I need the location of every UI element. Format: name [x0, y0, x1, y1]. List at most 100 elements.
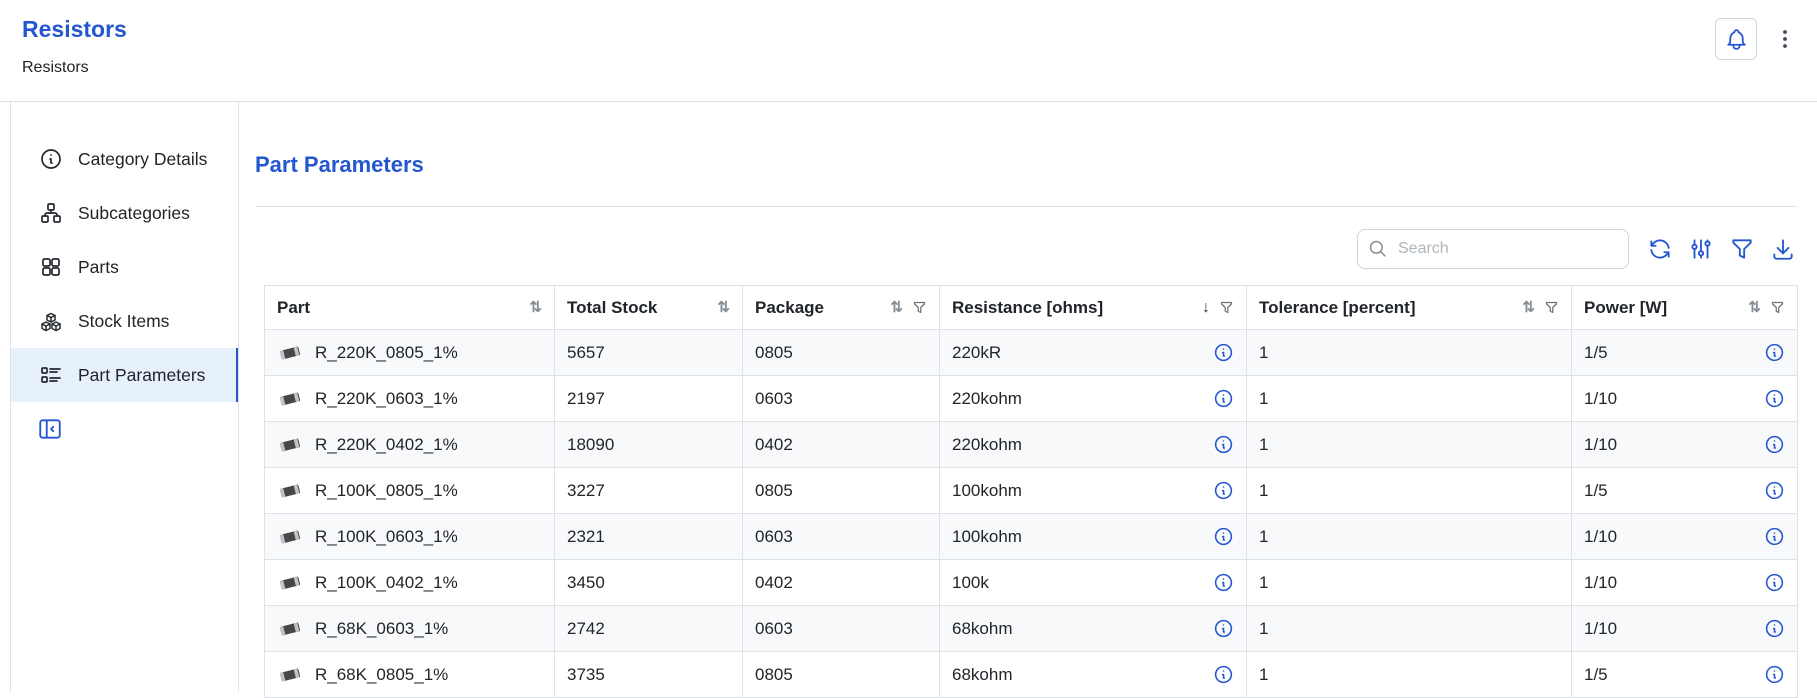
filter-button[interactable]: [1729, 236, 1756, 263]
cell-package: 0402: [743, 422, 940, 468]
refresh-icon: [1647, 236, 1673, 262]
part-thumbnail-image[interactable]: [277, 478, 303, 504]
info-icon[interactable]: [1213, 572, 1234, 593]
sidebar-item-label: Subcategories: [78, 203, 190, 224]
table-row[interactable]: R_100K_0402_1% 3450 0402 100k 1 1/10: [265, 560, 1798, 606]
cell-part: R_220K_0603_1%: [265, 376, 555, 422]
table-row[interactable]: R_220K_0402_1% 18090 0402 220kohm 1 1/10: [265, 422, 1798, 468]
cell-package: 0603: [743, 606, 940, 652]
filter-icon: [1729, 236, 1755, 262]
sort-icon[interactable]: ⇅: [1748, 300, 1761, 315]
cell-part: R_100K_0402_1%: [265, 560, 555, 606]
search-input[interactable]: [1396, 239, 1618, 259]
sort-icon[interactable]: ⇅: [890, 300, 903, 315]
info-icon[interactable]: [1213, 664, 1234, 685]
part-thumbnail-image[interactable]: [277, 340, 303, 366]
download-icon: [1770, 236, 1796, 262]
column-filter-icon[interactable]: [1770, 300, 1785, 315]
search-icon: [1368, 239, 1388, 259]
panel-title: Part Parameters: [255, 152, 1797, 178]
collapse-sidebar-button[interactable]: [37, 416, 63, 442]
sort-icon[interactable]: ⇅: [1522, 300, 1535, 315]
part-thumbnail-image[interactable]: [277, 386, 303, 412]
info-icon[interactable]: [1213, 342, 1234, 363]
sidebar-item-label: Category Details: [78, 149, 207, 170]
part-thumbnail-image[interactable]: [277, 524, 303, 550]
info-icon[interactable]: [1213, 388, 1234, 409]
sidebar-item-parts[interactable]: Parts: [11, 240, 238, 294]
info-icon[interactable]: [1764, 480, 1785, 501]
column-filter-icon[interactable]: [1219, 300, 1234, 315]
cell-tolerance: 1: [1247, 652, 1572, 698]
info-icon[interactable]: [1764, 342, 1785, 363]
cell-power: 1/10: [1572, 606, 1798, 652]
table-row[interactable]: R_68K_0603_1% 2742 0603 68kohm 1 1/10: [265, 606, 1798, 652]
cell-tolerance: 1: [1247, 606, 1572, 652]
notifications-button[interactable]: [1715, 18, 1757, 60]
main-area: Category Details Subcategories Parts Sto…: [10, 102, 1817, 692]
info-icon[interactable]: [1213, 480, 1234, 501]
part-thumbnail-image[interactable]: [277, 570, 303, 596]
table-row[interactable]: R_100K_0805_1% 3227 0805 100kohm 1 1/5: [265, 468, 1798, 514]
cell-resistance: 100kohm: [940, 514, 1247, 560]
cell-package: 0805: [743, 330, 940, 376]
sidebar-item-part-parameters[interactable]: Part Parameters: [11, 348, 238, 402]
part-name: R_220K_0603_1%: [315, 389, 458, 409]
table-row[interactable]: R_220K_0805_1% 5657 0805 220kR 1 1/5: [265, 330, 1798, 376]
sort-descending-icon[interactable]: ↓: [1202, 300, 1210, 316]
column-header-part[interactable]: Part ⇅: [265, 286, 555, 330]
table-row[interactable]: R_68K_0805_1% 3735 0805 68kohm 1 1/5: [265, 652, 1798, 698]
table-header-row: Part ⇅ Total Stock ⇅ Package: [265, 286, 1798, 330]
cell-part: R_68K_0603_1%: [265, 606, 555, 652]
sort-icon[interactable]: ⇅: [717, 300, 730, 315]
cell-power: 1/10: [1572, 560, 1798, 606]
cell-part: R_220K_0805_1%: [265, 330, 555, 376]
part-thumbnail-image[interactable]: [277, 616, 303, 642]
cell-tolerance: 1: [1247, 560, 1572, 606]
part-thumbnail-image[interactable]: [277, 662, 303, 688]
column-filter-icon[interactable]: [912, 300, 927, 315]
column-header-resistance[interactable]: Resistance [ohms] ↓: [940, 286, 1247, 330]
bell-icon: [1724, 27, 1749, 52]
refresh-button[interactable]: [1647, 236, 1674, 263]
table-row[interactable]: R_220K_0603_1% 2197 0603 220kohm 1 1/10: [265, 376, 1798, 422]
cell-resistance: 100kohm: [940, 468, 1247, 514]
breadcrumb[interactable]: Resistors: [22, 59, 127, 77]
table-options-button[interactable]: [1688, 236, 1715, 263]
sidebar-item-subcategories[interactable]: Subcategories: [11, 186, 238, 240]
info-icon[interactable]: [1213, 618, 1234, 639]
column-header-tolerance[interactable]: Tolerance [percent] ⇅: [1247, 286, 1572, 330]
part-thumbnail-image[interactable]: [277, 432, 303, 458]
info-icon[interactable]: [1764, 618, 1785, 639]
column-label: Package: [755, 298, 824, 318]
info-icon[interactable]: [1764, 664, 1785, 685]
info-icon[interactable]: [1213, 434, 1234, 455]
cell-part: R_100K_0603_1%: [265, 514, 555, 560]
dots-vertical-icon: [1773, 27, 1797, 51]
column-filter-icon[interactable]: [1544, 300, 1559, 315]
column-header-power[interactable]: Power [W] ⇅: [1572, 286, 1798, 330]
column-header-package[interactable]: Package ⇅: [743, 286, 940, 330]
info-icon[interactable]: [1764, 526, 1785, 547]
download-button[interactable]: [1770, 236, 1797, 263]
column-header-total-stock[interactable]: Total Stock ⇅: [555, 286, 743, 330]
info-icon[interactable]: [1764, 572, 1785, 593]
cell-package: 0805: [743, 468, 940, 514]
overflow-menu-button[interactable]: [1773, 27, 1797, 51]
sidebar-item-category-details[interactable]: Category Details: [11, 132, 238, 186]
cell-tolerance: 1: [1247, 422, 1572, 468]
grid-icon: [39, 255, 63, 279]
info-icon[interactable]: [1213, 526, 1234, 547]
breadcrumb-item[interactable]: Resistors: [22, 59, 89, 76]
table-toolbar: [255, 229, 1797, 269]
page-title: Resistors: [22, 16, 127, 43]
column-label: Total Stock: [567, 298, 657, 318]
panel-sidebar: Category Details Subcategories Parts Sto…: [11, 102, 239, 692]
sort-icon[interactable]: ⇅: [529, 300, 542, 315]
sidebar-item-stock-items[interactable]: Stock Items: [11, 294, 238, 348]
cell-resistance: 220kohm: [940, 422, 1247, 468]
info-icon[interactable]: [1764, 388, 1785, 409]
info-icon[interactable]: [1764, 434, 1785, 455]
cell-total-stock: 2742: [555, 606, 743, 652]
table-row[interactable]: R_100K_0603_1% 2321 0603 100kohm 1 1/10: [265, 514, 1798, 560]
